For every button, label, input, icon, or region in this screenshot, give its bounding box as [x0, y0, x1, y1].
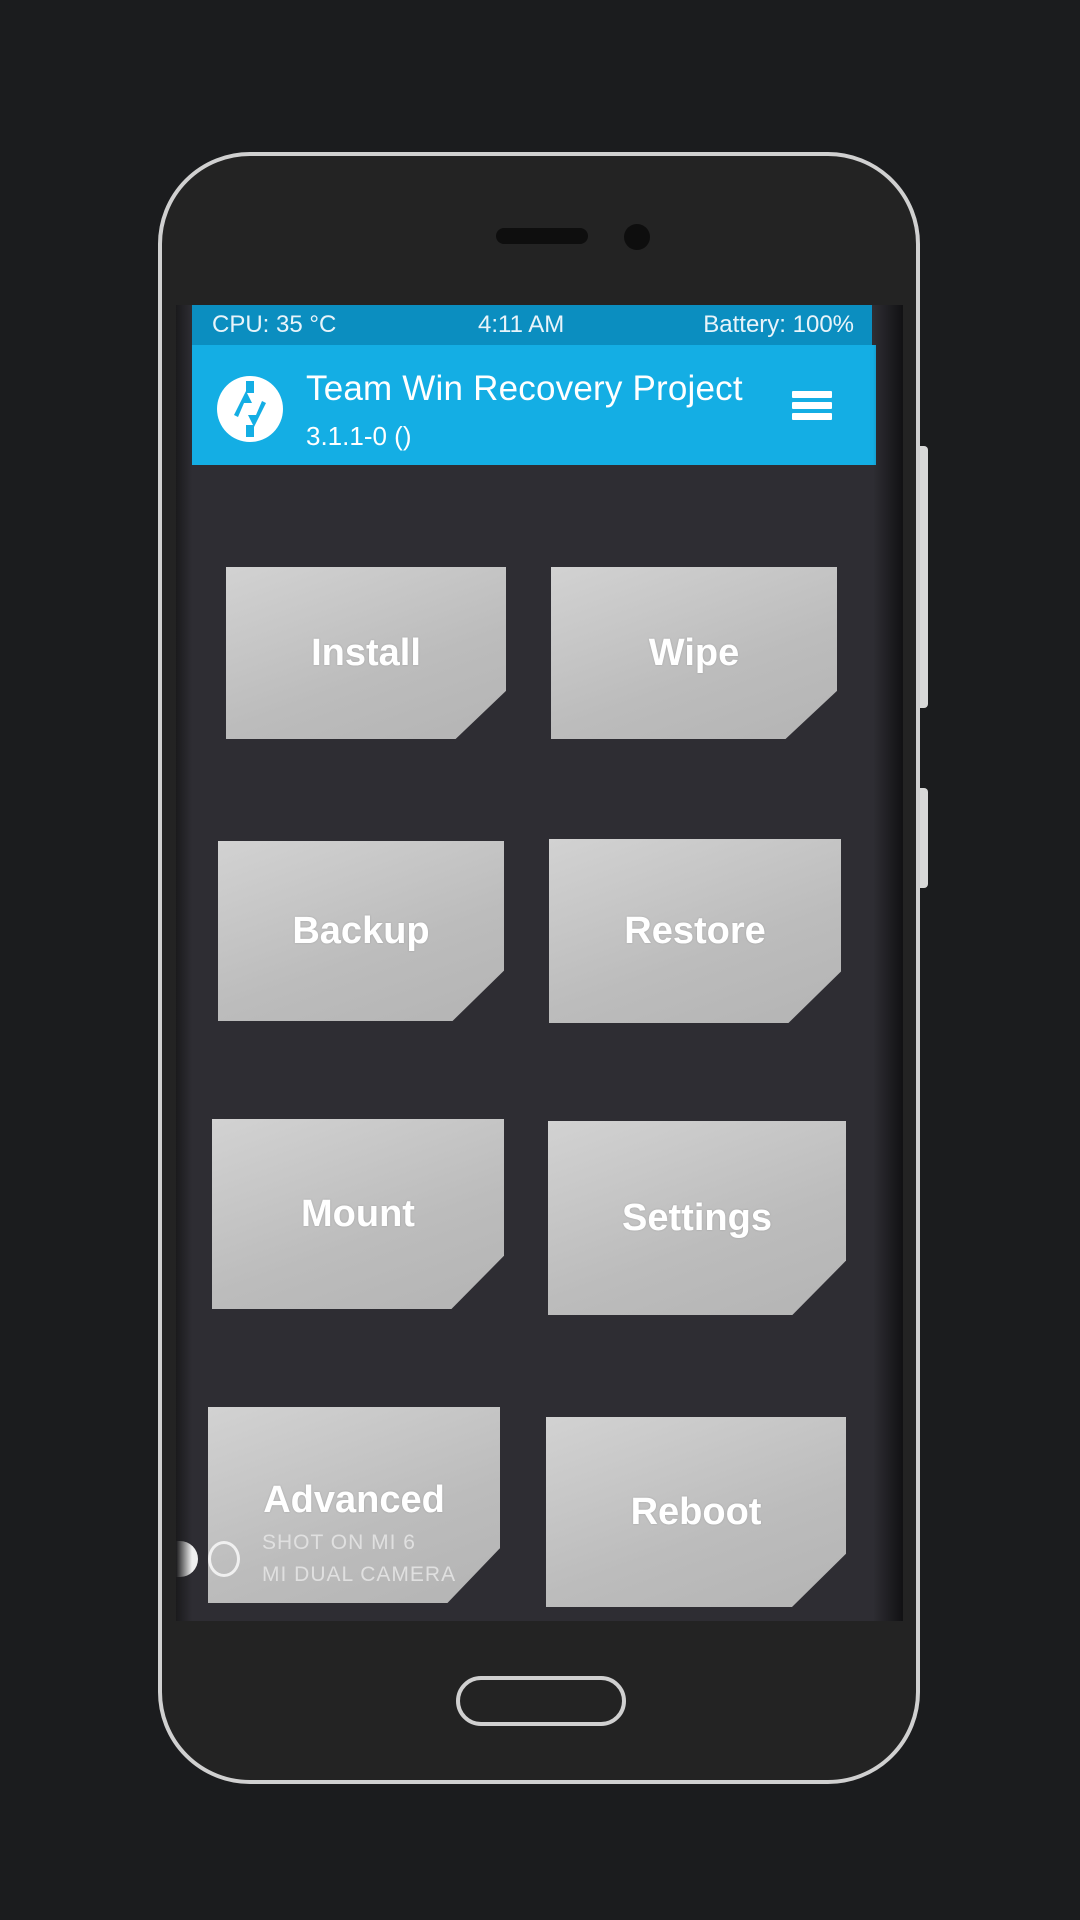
restore-button[interactable]: Restore: [549, 839, 841, 1023]
app-title: Team Win Recovery Project: [306, 369, 743, 408]
front-camera: [624, 224, 650, 250]
watermark-line-2: MI DUAL CAMERA: [262, 1563, 457, 1586]
twrp-logo-icon: [217, 376, 283, 442]
backup-button[interactable]: Backup: [218, 841, 504, 1021]
mount-button[interactable]: Mount: [212, 1119, 504, 1309]
watermark-ring-icon: [208, 1541, 240, 1577]
wipe-label: Wipe: [648, 631, 740, 674]
screen-edge-shadow-left: [176, 305, 192, 1621]
clock: 4:11 AM: [478, 311, 565, 338]
install-button[interactable]: Install: [226, 567, 506, 739]
home-button[interactable]: [456, 1676, 626, 1726]
mount-label: Mount: [301, 1192, 415, 1235]
reboot-button[interactable]: Reboot: [546, 1417, 846, 1607]
restore-label: Restore: [624, 909, 766, 952]
device-screen: CPU: 35 °C 4:11 AM Battery: 100% Team Wi…: [176, 305, 903, 1621]
hamburger-menu-icon[interactable]: [792, 391, 832, 427]
app-version: 3.1.1-0 (): [306, 421, 412, 451]
watermark-line-1: SHOT ON MI 6: [262, 1531, 416, 1554]
settings-button[interactable]: Settings: [548, 1121, 846, 1315]
power-button: [920, 788, 928, 888]
app-header: Team Win Recovery Project 3.1.1-0 (): [192, 345, 876, 465]
settings-label: Settings: [622, 1196, 772, 1239]
install-label: Install: [311, 631, 421, 674]
advanced-label: Advanced: [263, 1479, 445, 1521]
wipe-button[interactable]: Wipe: [551, 567, 837, 739]
reboot-label: Reboot: [630, 1490, 762, 1533]
volume-button: [920, 446, 928, 708]
screen-edge-shadow-right: [873, 305, 903, 1621]
status-bar: CPU: 35 °C 4:11 AM Battery: 100%: [192, 305, 872, 347]
earpiece-speaker: [496, 228, 588, 244]
backup-label: Backup: [292, 909, 430, 952]
camera-watermark: SHOT ON MI 6 MI DUAL CAMERA: [176, 1527, 476, 1591]
cpu-temperature: CPU: 35 °C: [212, 311, 337, 338]
battery-level: Battery: 100%: [703, 311, 854, 338]
